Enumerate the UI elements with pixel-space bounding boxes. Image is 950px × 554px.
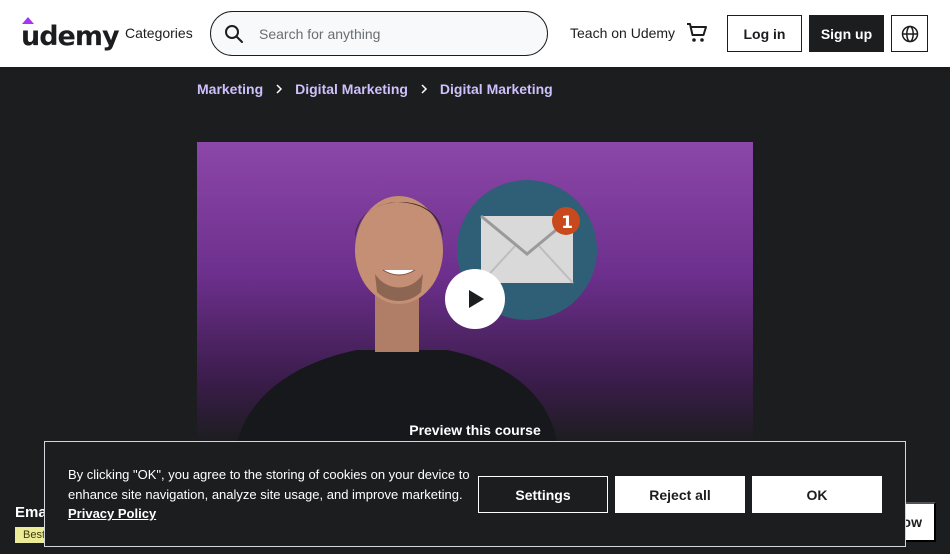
udemy-logo[interactable]: udemy xyxy=(21,14,120,52)
sticky-course-title: Ema xyxy=(15,504,47,521)
cookie-reject-all-button[interactable]: Reject all xyxy=(615,476,745,513)
privacy-policy-link[interactable]: Privacy Policy xyxy=(68,506,156,521)
cart-icon[interactable] xyxy=(685,21,709,45)
cookie-ok-button[interactable]: OK xyxy=(752,476,882,513)
search-icon[interactable] xyxy=(224,24,244,44)
cookie-consent-text: By clicking "OK", you agree to the stori… xyxy=(68,465,478,524)
language-button[interactable] xyxy=(891,15,928,52)
cookie-message: By clicking "OK", you agree to the stori… xyxy=(68,467,470,502)
play-button[interactable] xyxy=(445,269,505,329)
search-input[interactable] xyxy=(259,22,529,46)
breadcrumb: Marketing Digital Marketing Digital Mark… xyxy=(197,81,553,97)
globe-icon xyxy=(901,25,918,42)
logo-mark-icon xyxy=(22,17,34,24)
chevron-right-icon xyxy=(421,84,427,94)
teach-on-udemy-link[interactable]: Teach on Udemy xyxy=(570,25,675,41)
site-header: udemy Categories Teach on Udemy Log in S… xyxy=(0,0,950,67)
categories-menu[interactable]: Categories xyxy=(125,25,193,41)
login-button[interactable]: Log in xyxy=(727,15,802,52)
breadcrumb-item-marketing[interactable]: Marketing xyxy=(197,81,263,97)
breadcrumb-item-digital-marketing[interactable]: Digital Marketing xyxy=(295,81,408,97)
course-preview-video[interactable]: Preview this course xyxy=(197,142,753,442)
notification-count: 1 xyxy=(561,213,573,233)
cookie-consent-banner: By clicking "OK", you agree to the stori… xyxy=(44,441,906,547)
chevron-right-icon xyxy=(276,84,283,94)
cookie-settings-button[interactable]: Settings xyxy=(478,476,608,513)
preview-course-label: Preview this course xyxy=(409,422,541,438)
signup-button[interactable]: Sign up xyxy=(809,15,884,52)
logo-text: udemy xyxy=(21,21,120,52)
play-icon xyxy=(469,290,484,308)
search-bar xyxy=(210,11,548,56)
breadcrumb-item-digital-marketing-sub[interactable]: Digital Marketing xyxy=(440,81,553,97)
